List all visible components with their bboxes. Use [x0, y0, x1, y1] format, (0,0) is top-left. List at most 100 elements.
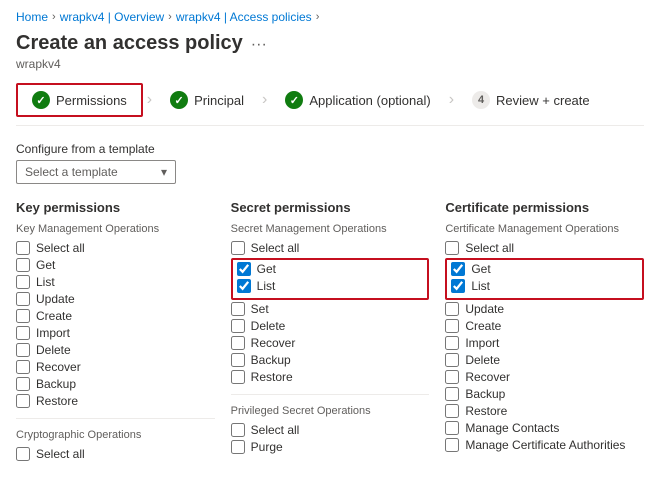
secret-restore[interactable]: Restore [231, 370, 430, 384]
key-import-checkbox[interactable] [16, 326, 30, 340]
secret-list-label: List [257, 279, 276, 293]
tab-application[interactable]: ✓ Application (optional) [271, 85, 444, 115]
key-get-checkbox[interactable] [16, 258, 30, 272]
breadcrumb-overview[interactable]: wrapkv4 | Overview [60, 10, 164, 24]
template-select-dropdown[interactable]: Select a template ▾ [16, 160, 176, 184]
cert-manage-contacts-checkbox[interactable] [445, 421, 459, 435]
cert-manage-contacts[interactable]: Manage Contacts [445, 421, 644, 435]
cert-recover[interactable]: Recover [445, 370, 644, 384]
secret-list-checkbox[interactable] [237, 279, 251, 293]
secret-get[interactable]: Get [237, 262, 424, 276]
key-update-checkbox[interactable] [16, 292, 30, 306]
secret-set[interactable]: Set [231, 302, 430, 316]
secret-priv-select-all-checkbox[interactable] [231, 423, 245, 437]
tab-review[interactable]: 4 Review + create [458, 85, 604, 115]
template-section: Configure from a template Select a templ… [16, 142, 644, 184]
cert-mgmt-ops-label: Certificate Management Operations [445, 223, 644, 235]
cert-get[interactable]: Get [451, 262, 638, 276]
secret-restore-checkbox[interactable] [231, 370, 245, 384]
key-recover-checkbox[interactable] [16, 360, 30, 374]
secret-purge[interactable]: Purge [231, 440, 430, 454]
cert-import-label: Import [465, 336, 499, 350]
key-select-all-label: Select all [36, 241, 85, 255]
secret-delete-checkbox[interactable] [231, 319, 245, 333]
secret-select-all-checkbox[interactable] [231, 241, 245, 255]
tab-permissions[interactable]: ✓ Permissions [16, 83, 143, 117]
template-select-placeholder: Select a template [25, 165, 118, 179]
key-create[interactable]: Create [16, 309, 215, 323]
secret-list[interactable]: List [237, 279, 424, 293]
key-select-all-checkbox[interactable] [16, 241, 30, 255]
cert-list[interactable]: List [451, 279, 638, 293]
tab-principal[interactable]: ✓ Principal [156, 85, 258, 115]
key-list-checkbox[interactable] [16, 275, 30, 289]
more-options-icon[interactable]: ··· [251, 36, 267, 54]
certificate-permissions-col: Certificate permissions Certificate Mana… [445, 200, 644, 464]
key-recover[interactable]: Recover [16, 360, 215, 374]
key-create-checkbox[interactable] [16, 309, 30, 323]
cert-import[interactable]: Import [445, 336, 644, 350]
key-backup-checkbox[interactable] [16, 377, 30, 391]
cert-import-checkbox[interactable] [445, 336, 459, 350]
cert-backup-label: Backup [465, 387, 505, 401]
cert-delete-checkbox[interactable] [445, 353, 459, 367]
key-delete[interactable]: Delete [16, 343, 215, 357]
secret-priv-select-all[interactable]: Select all [231, 423, 430, 437]
secret-set-checkbox[interactable] [231, 302, 245, 316]
secret-select-all[interactable]: Select all [231, 241, 430, 255]
cert-manage-ca-checkbox[interactable] [445, 438, 459, 452]
tab-sep-2: › [258, 91, 271, 109]
secret-get-checkbox[interactable] [237, 262, 251, 276]
secret-recover-checkbox[interactable] [231, 336, 245, 350]
cert-create[interactable]: Create [445, 319, 644, 333]
key-update[interactable]: Update [16, 292, 215, 306]
key-backup-label: Backup [36, 377, 76, 391]
cert-backup[interactable]: Backup [445, 387, 644, 401]
cert-backup-checkbox[interactable] [445, 387, 459, 401]
key-list[interactable]: List [16, 275, 215, 289]
key-restore-checkbox[interactable] [16, 394, 30, 408]
secret-delete-label: Delete [251, 319, 286, 333]
cert-create-label: Create [465, 319, 501, 333]
cert-restore-label: Restore [465, 404, 507, 418]
key-restore[interactable]: Restore [16, 394, 215, 408]
key-import[interactable]: Import [16, 326, 215, 340]
secret-recover[interactable]: Recover [231, 336, 430, 350]
permissions-check-icon: ✓ [32, 91, 50, 109]
cert-update-checkbox[interactable] [445, 302, 459, 316]
cert-manage-contacts-label: Manage Contacts [465, 421, 559, 435]
template-label: Configure from a template [16, 142, 644, 156]
cert-recover-checkbox[interactable] [445, 370, 459, 384]
cert-restore[interactable]: Restore [445, 404, 644, 418]
principal-check-icon: ✓ [170, 91, 188, 109]
cert-get-checkbox[interactable] [451, 262, 465, 276]
page-title: Create an access policy [16, 32, 243, 55]
secret-permissions-col: Secret permissions Secret Management Ope… [231, 200, 430, 464]
cert-create-checkbox[interactable] [445, 319, 459, 333]
key-select-all[interactable]: Select all [16, 241, 215, 255]
key-delete-checkbox[interactable] [16, 343, 30, 357]
tab-permissions-label: Permissions [56, 93, 127, 108]
cert-list-checkbox[interactable] [451, 279, 465, 293]
key-crypto-select-all[interactable]: Select all [16, 447, 215, 461]
breadcrumb-access-policies[interactable]: wrapkv4 | Access policies [176, 10, 312, 24]
secret-backup[interactable]: Backup [231, 353, 430, 367]
key-delete-label: Delete [36, 343, 71, 357]
secret-delete[interactable]: Delete [231, 319, 430, 333]
key-restore-label: Restore [36, 394, 78, 408]
cert-manage-certificate-authorities[interactable]: Manage Certificate Authorities [445, 438, 644, 452]
secret-backup-checkbox[interactable] [231, 353, 245, 367]
cert-select-all[interactable]: Select all [445, 241, 644, 255]
cert-restore-checkbox[interactable] [445, 404, 459, 418]
permissions-grid: Key permissions Key Management Operation… [16, 200, 644, 464]
cert-update[interactable]: Update [445, 302, 644, 316]
secret-purge-checkbox[interactable] [231, 440, 245, 454]
wizard-tabs: ✓ Permissions › ✓ Principal › ✓ Applicat… [16, 83, 644, 126]
breadcrumb-home[interactable]: Home [16, 10, 48, 24]
cert-delete[interactable]: Delete [445, 353, 644, 367]
key-backup[interactable]: Backup [16, 377, 215, 391]
key-get[interactable]: Get [16, 258, 215, 272]
cert-select-all-checkbox[interactable] [445, 241, 459, 255]
cert-get-label: Get [471, 262, 490, 276]
key-crypto-select-all-checkbox[interactable] [16, 447, 30, 461]
